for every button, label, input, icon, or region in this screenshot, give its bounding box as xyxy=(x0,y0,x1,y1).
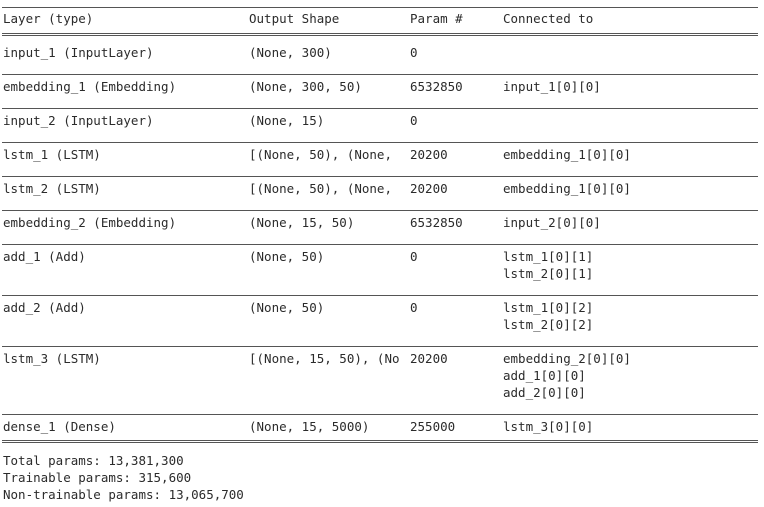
row-separator xyxy=(2,176,758,177)
connected-to: embedding_1[0][0] xyxy=(503,181,631,196)
param-count: 0 xyxy=(410,300,418,315)
layer-name: input_1 (InputLayer) xyxy=(3,45,154,60)
non-trainable-params: Non-trainable params: 13,065,700 xyxy=(3,487,244,502)
connected-to: embedding_2[0][0] xyxy=(503,351,631,366)
output-shape: [(None, 50), (None, xyxy=(249,147,392,162)
connected-to: lstm_1[0][1] xyxy=(503,249,594,264)
layer-name: embedding_1 (Embedding) xyxy=(3,79,177,94)
layer-name: input_2 (InputLayer) xyxy=(3,113,154,128)
param-count: 0 xyxy=(410,249,418,264)
row-separator xyxy=(2,108,758,109)
row-separator xyxy=(2,295,758,296)
param-count: 6532850 xyxy=(410,215,463,230)
param-count: 20200 xyxy=(410,147,448,162)
connected-to: input_1[0][0] xyxy=(503,79,601,94)
connected-to: add_1[0][0] xyxy=(503,368,586,383)
connected-to: lstm_3[0][0] xyxy=(503,419,594,434)
row-separator xyxy=(2,346,758,347)
output-shape: (None, 15) xyxy=(249,113,325,128)
layer-name: add_1 (Add) xyxy=(3,249,86,264)
row-separator xyxy=(2,244,758,245)
connected-to: embedding_1[0][0] xyxy=(503,147,631,162)
layer-name: lstm_3 (LSTM) xyxy=(3,351,101,366)
total-params: Total params: 13,381,300 xyxy=(3,453,184,468)
output-shape: (None, 15, 5000) xyxy=(249,419,370,434)
param-count: 0 xyxy=(410,113,418,128)
top-rule xyxy=(2,7,758,8)
row-separator xyxy=(2,74,758,75)
param-count: 0 xyxy=(410,45,418,60)
output-shape: (None, 300, 50) xyxy=(249,79,362,94)
row-separator xyxy=(2,142,758,143)
connected-to: lstm_1[0][2] xyxy=(503,300,594,315)
param-count: 20200 xyxy=(410,351,448,366)
layer-name: dense_1 (Dense) xyxy=(3,419,116,434)
connected-to: add_2[0][0] xyxy=(503,385,586,400)
param-count: 255000 xyxy=(410,419,456,434)
layer-name: lstm_1 (LSTM) xyxy=(3,147,101,162)
header-double-rule xyxy=(2,33,758,36)
output-shape: (None, 15, 50) xyxy=(249,215,355,230)
row-separator xyxy=(2,210,758,211)
header-output-shape: Output Shape xyxy=(249,11,340,26)
layer-name: add_2 (Add) xyxy=(3,300,86,315)
header-layer: Layer (type) xyxy=(3,11,94,26)
trainable-params: Trainable params: 315,600 xyxy=(3,470,192,485)
connected-to: lstm_2[0][2] xyxy=(503,317,594,332)
output-shape: (None, 50) xyxy=(249,249,325,264)
connected-to: input_2[0][0] xyxy=(503,215,601,230)
header-param: Param # xyxy=(410,11,463,26)
header-connected-to: Connected to xyxy=(503,11,594,26)
output-shape: (None, 50) xyxy=(249,300,325,315)
layer-name: embedding_2 (Embedding) xyxy=(3,215,177,230)
output-shape: [(None, 50), (None, xyxy=(249,181,392,196)
model-summary: Layer (type) Output Shape Param # Connec… xyxy=(0,0,764,507)
output-shape: [(None, 15, 50), (No xyxy=(249,351,400,366)
footer-double-rule xyxy=(2,440,758,443)
param-count: 6532850 xyxy=(410,79,463,94)
layer-name: lstm_2 (LSTM) xyxy=(3,181,101,196)
row-separator xyxy=(2,414,758,415)
connected-to: lstm_2[0][1] xyxy=(503,266,594,281)
param-count: 20200 xyxy=(410,181,448,196)
output-shape: (None, 300) xyxy=(249,45,332,60)
